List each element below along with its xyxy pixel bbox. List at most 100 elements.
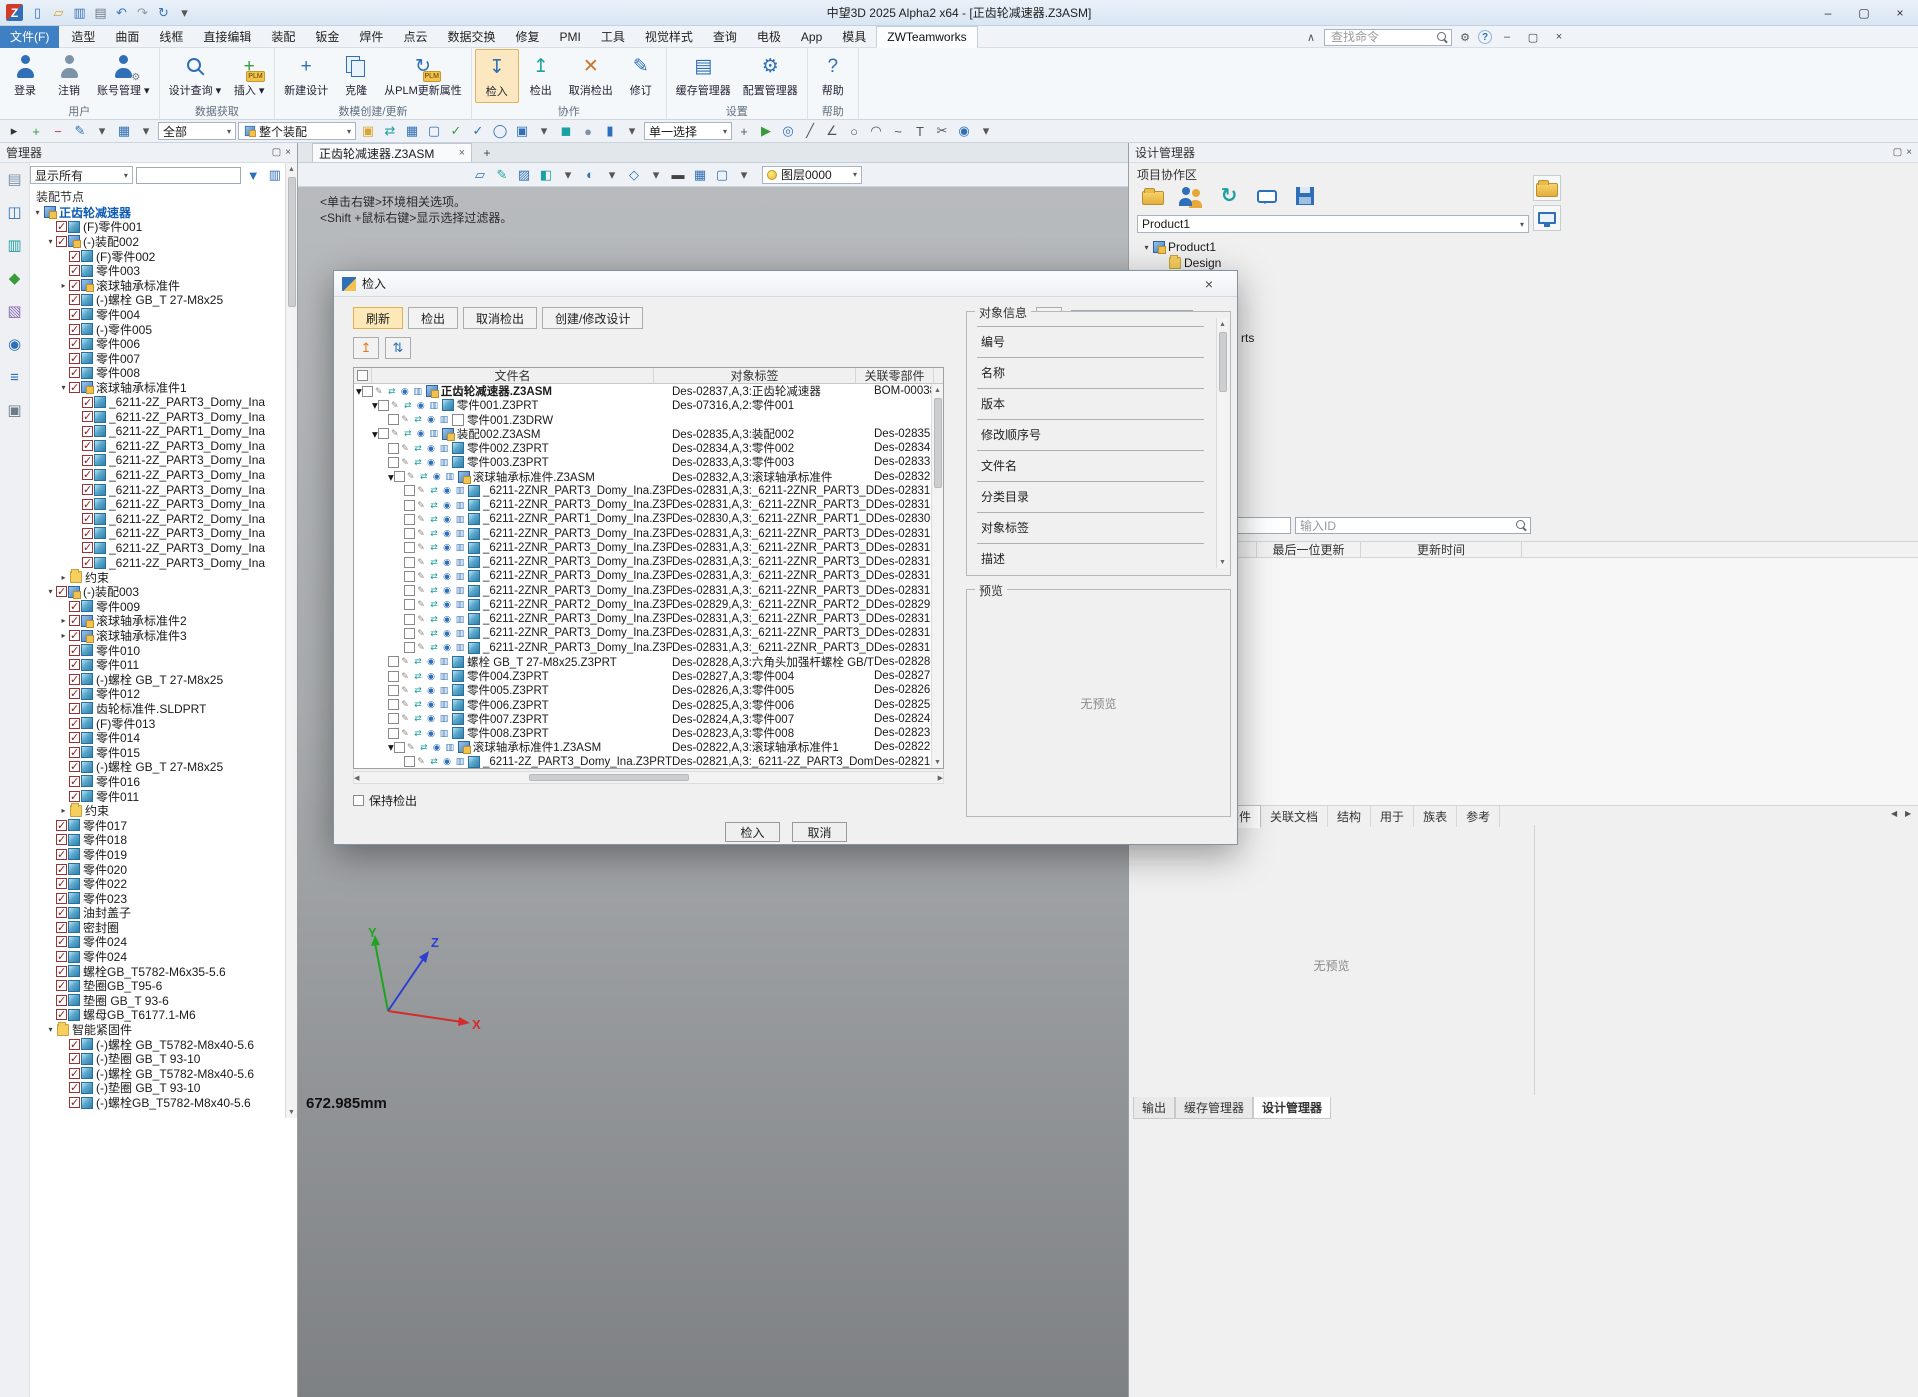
tree-checkbox[interactable] — [82, 557, 93, 568]
row-checkbox[interactable] — [388, 728, 399, 739]
checkin-row[interactable]: ✎⇄◉▥_6211-2ZNR_PART3_Domy_Ina.Z3PRTDes-0… — [354, 498, 943, 512]
tree-checkbox[interactable] — [69, 630, 80, 641]
refresh-icon[interactable]: ↻ — [154, 3, 173, 22]
tree-checkbox[interactable] — [69, 659, 80, 670]
tree-item[interactable]: 零件011 — [30, 789, 284, 804]
swap-arrows-icon[interactable]: ⇄ — [380, 122, 400, 141]
background-icon[interactable]: ▢ — [712, 165, 732, 184]
tabs-scroll-left-icon[interactable]: ◀ — [1891, 809, 1897, 818]
tree-checkbox[interactable] — [69, 338, 80, 349]
tree-item[interactable]: 零件017 — [30, 818, 284, 833]
table-hscrollbar[interactable]: ◀ ▶ — [353, 771, 944, 784]
checkin-row[interactable]: ✎⇄◉▥_6211-2ZNR_PART3_Domy_Ina.Z3PRTDes-0… — [354, 541, 943, 555]
row-checkbox[interactable] — [388, 671, 399, 682]
tree-checkbox[interactable] — [56, 586, 67, 597]
minimize-button[interactable]: – — [1810, 0, 1846, 25]
reference-icon[interactable]: ▣ — [358, 122, 378, 141]
tree-item[interactable]: ▸约束 — [30, 570, 284, 585]
tree-checkbox[interactable] — [82, 513, 93, 524]
selection-arrow-icon[interactable]: ▸ — [4, 122, 24, 141]
row-checkbox[interactable] — [404, 500, 415, 511]
tree-checkbox[interactable] — [56, 936, 67, 947]
tree-checkbox[interactable] — [56, 951, 67, 962]
tree-checkbox[interactable] — [56, 834, 67, 845]
cancel-checkout-button[interactable]: 取消检出 — [463, 307, 537, 329]
checkin-row[interactable]: ✎⇄◉▥_6211-2ZNR_PART3_Domy_Ina.Z3PRTDes-0… — [354, 555, 943, 569]
tree-checkbox[interactable] — [69, 251, 80, 262]
tree-checkbox[interactable] — [69, 615, 80, 626]
expander-icon[interactable]: ▸ — [58, 806, 69, 815]
tree-item[interactable]: ▸滚球轴承标准件3 — [30, 628, 284, 643]
view-cube-icon[interactable]: ◧ — [536, 165, 556, 184]
menu-item-App[interactable]: App — [791, 26, 832, 48]
tree-item[interactable]: _6211-2Z_PART3_Domy_Ina — [30, 453, 284, 468]
tree-checkbox[interactable] — [69, 1039, 80, 1050]
checkin-row[interactable]: ✎⇄◉▥_6211-2ZNR_PART3_Domy_Ina.Z3PRTDes-0… — [354, 626, 943, 640]
tree-checkbox[interactable] — [69, 1097, 80, 1108]
ribbon-button-检出[interactable]: ↥检出 — [519, 49, 563, 103]
row-checkbox[interactable] — [404, 557, 415, 568]
expander-icon[interactable]: ▾ — [32, 208, 43, 217]
expander-icon[interactable]: ▸ — [58, 616, 69, 625]
settings-tab-icon[interactable]: ▣ — [5, 400, 25, 420]
layer-tab-icon[interactable]: ≡ — [5, 367, 25, 387]
bottom-tab-缓存管理器[interactable]: 缓存管理器 — [1175, 1097, 1253, 1119]
scroll-down-icon[interactable]: ▼ — [288, 1106, 295, 1118]
ribbon-button-配置管理器[interactable]: ⚙配置管理器 — [737, 49, 804, 103]
object-info-scrollbar[interactable]: ▲ ▼ — [1216, 318, 1228, 568]
remove-entity-icon[interactable]: − — [48, 122, 68, 141]
tree-checkbox[interactable] — [82, 528, 93, 539]
checkin-row[interactable]: ✎⇄◉▥零件002.Z3PRTDes-02834,A,3:零件002Des-02… — [354, 441, 943, 455]
checkin-row[interactable]: ✎⇄◉▥螺栓 GB_T 27-M8x25.Z3PRTDes-02828,A,3:… — [354, 655, 943, 669]
tree-checkbox[interactable] — [69, 1068, 80, 1079]
tree-item[interactable]: _6211-2Z_PART3_Domy_Ina — [30, 395, 284, 410]
checkin-row[interactable]: ✎⇄◉▥零件007.Z3PRTDes-02824,A,3:零件007Des-02… — [354, 712, 943, 726]
bg-caret-icon[interactable]: ▾ — [734, 165, 754, 184]
tree-item[interactable]: 零件018 — [30, 833, 284, 848]
checkin-row[interactable]: ✎⇄◉▥_6211-2ZNR_PART3_Domy_Ina.Z3PRTDes-0… — [354, 569, 943, 583]
tree-checkbox[interactable] — [56, 878, 67, 889]
tree-item[interactable]: _6211-2Z_PART3_Domy_Ina — [30, 482, 284, 497]
tree-checkbox[interactable] — [69, 688, 80, 699]
panel-icon[interactable]: ▢ — [424, 122, 444, 141]
menu-item-数据交换[interactable]: 数据交换 — [437, 26, 505, 48]
tree-checkbox[interactable] — [56, 1009, 67, 1020]
checkin-row[interactable]: ▾✎⇄◉▥滚球轴承标准件.Z3ASMDes-02832,A,3:滚球轴承标准件D… — [354, 470, 943, 484]
tab-close-icon[interactable]: × — [459, 147, 465, 159]
keep-checkout-checkbox[interactable] — [353, 795, 364, 806]
columns-icon[interactable]: ▥ — [265, 166, 284, 185]
row-checkbox[interactable] — [404, 485, 415, 496]
tree-checkbox[interactable] — [56, 236, 67, 247]
tree-item[interactable]: (-)螺栓 GB_T5782-M8x40-5.6 — [30, 1037, 284, 1052]
tab-族表[interactable]: 族表 — [1414, 806, 1457, 827]
expander-icon[interactable]: ▸ — [58, 281, 69, 290]
tree-item[interactable]: (F)零件013 — [30, 716, 284, 731]
scroll-thumb[interactable] — [1219, 332, 1227, 392]
material-tab-icon[interactable]: ◆ — [5, 268, 25, 288]
tree-item[interactable]: 垫圈GB_T95-6 — [30, 978, 284, 993]
tree-item[interactable]: _6211-2Z_PART3_Domy_Ina — [30, 468, 284, 483]
settings-gear-icon[interactable]: ⚙ — [1456, 28, 1474, 46]
tree-checkbox[interactable] — [82, 426, 93, 437]
search-icon[interactable] — [1515, 519, 1528, 532]
tree-item[interactable]: 油封盖子 — [30, 906, 284, 921]
tree-item[interactable]: _6211-2Z_PART3_Domy_Ina — [30, 541, 284, 556]
checkin-row[interactable]: ✎⇄◉▥_6211-2ZNR_PART1_Domy_Ina.Z3PRTDes-0… — [354, 512, 943, 526]
tree-item[interactable]: _6211-2Z_PART3_Domy_Ina — [30, 526, 284, 541]
scroll-up-icon[interactable]: ▲ — [1219, 318, 1226, 330]
angle-icon[interactable]: ∠ — [822, 122, 842, 141]
menu-item-线框[interactable]: 线框 — [149, 26, 193, 48]
tree-checkbox[interactable] — [69, 280, 80, 291]
sync-button[interactable]: ↻ — [1213, 181, 1245, 211]
eye-icon[interactable]: ◉ — [954, 122, 974, 141]
tree-item[interactable]: (-)螺栓 GB_T5782-M8x40-5.6 — [30, 1066, 284, 1081]
tree-item[interactable]: ▾(-)装配003 — [30, 584, 284, 599]
scroll-down-icon[interactable]: ▼ — [1219, 556, 1226, 568]
ribbon-button-新建设计[interactable]: +新建设计 — [278, 49, 334, 103]
ribbon-button-帮助[interactable]: ?帮助 — [811, 49, 855, 103]
tree-item[interactable]: 零件015 — [30, 745, 284, 760]
row-checkbox[interactable] — [404, 542, 415, 553]
ribbon-button-账号管理[interactable]: ⚙账号管理 ▾ — [91, 49, 156, 103]
shade-mode-icon[interactable]: ◐ — [580, 165, 600, 184]
tree-checkbox[interactable] — [69, 309, 80, 320]
